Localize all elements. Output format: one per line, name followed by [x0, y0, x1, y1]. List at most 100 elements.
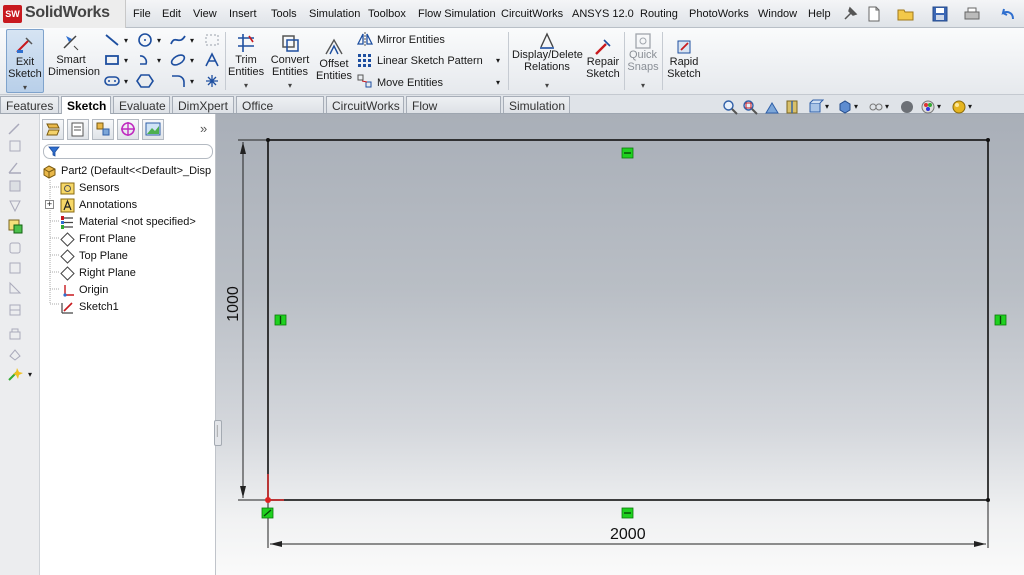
tree-item-origin[interactable]: Origin — [40, 282, 216, 299]
previous-view-icon[interactable] — [764, 99, 780, 115]
construction-geometry-icon[interactable] — [203, 32, 221, 48]
chevron-down-icon[interactable]: ▾ — [157, 36, 161, 45]
chevron-down-icon[interactable]: ▾ — [124, 56, 128, 65]
menu-routing[interactable]: Routing — [640, 8, 678, 20]
chevron-down-icon[interactable]: ▾ — [28, 370, 32, 379]
coincident-relation-icon[interactable] — [261, 507, 274, 519]
exit-sketch-button[interactable]: Exit Sketch ▾ — [6, 29, 44, 93]
arc-icon[interactable] — [136, 52, 154, 68]
tab-circuitworks[interactable]: CircuitWorks — [326, 96, 404, 113]
tree-item-front-plane[interactable]: Front Plane — [40, 231, 216, 248]
chevron-down-icon[interactable]: ▾ — [124, 36, 128, 45]
ellipse-icon[interactable] — [169, 52, 187, 68]
panel-splitter-handle[interactable]: ⁝ ⁝ — [214, 420, 222, 446]
sketch-tool-icon[interactable] — [7, 240, 23, 256]
sketch-tool-icon[interactable] — [7, 346, 23, 362]
linear-sketch-pattern-label[interactable]: Linear Sketch Pattern — [377, 55, 483, 67]
chevron-down-icon[interactable]: ▾ — [190, 36, 194, 45]
expand-plus-icon[interactable]: + — [45, 200, 54, 209]
offset-entities-button[interactable]: Offset Entities — [315, 28, 353, 94]
sketch-point[interactable] — [266, 138, 270, 142]
sketch-tool-icon[interactable] — [7, 178, 23, 194]
text-icon[interactable] — [203, 52, 221, 68]
point-icon[interactable] — [203, 73, 221, 89]
tree-item-material[interactable]: Material <not specified> — [40, 214, 216, 231]
sketch-origin-icon[interactable] — [265, 474, 284, 503]
trim-entities-button[interactable]: Trim Entities ▾ — [228, 28, 264, 94]
polygon-icon[interactable] — [136, 73, 154, 89]
mirror-entities-icon[interactable] — [356, 31, 374, 47]
sketch-tool-icon[interactable] — [7, 198, 23, 214]
menu-window[interactable]: Window — [758, 8, 797, 20]
chevron-down-icon[interactable]: ▾ — [854, 102, 858, 111]
chevron-down-icon[interactable]: ▾ — [190, 77, 194, 86]
pin-icon[interactable] — [840, 4, 860, 24]
apply-scene-icon[interactable] — [920, 99, 936, 115]
tree-item-sketch1[interactable]: Sketch1 — [40, 299, 216, 316]
menu-view[interactable]: View — [193, 8, 217, 20]
menu-flow-simulation[interactable]: Flow Simulation — [418, 8, 496, 20]
smart-tool-icon[interactable] — [7, 366, 23, 382]
mirror-entities-label[interactable]: Mirror Entities — [377, 34, 445, 46]
tab-sketch[interactable]: Sketch — [61, 96, 111, 115]
tree-item-top-plane[interactable]: Top Plane — [40, 248, 216, 265]
new-document-icon[interactable] — [864, 4, 884, 24]
move-entities-icon[interactable] — [356, 73, 374, 89]
save-icon[interactable] — [930, 4, 950, 24]
chevron-down-icon[interactable]: ▾ — [512, 80, 582, 92]
chevron-down-icon[interactable]: ▾ — [626, 80, 660, 92]
circle-icon[interactable] — [136, 32, 154, 48]
zoom-to-area-icon[interactable] — [742, 99, 758, 115]
height-dimension-value[interactable]: 1000 — [225, 286, 243, 322]
display-style-icon[interactable] — [837, 99, 853, 115]
convert-entities-button[interactable]: Convert Entities ▾ — [268, 28, 312, 94]
menu-edit[interactable]: Edit — [162, 8, 181, 20]
menu-tools[interactable]: Tools — [271, 8, 297, 20]
open-folder-icon[interactable] — [896, 4, 916, 24]
vertical-relation-icon[interactable] — [274, 314, 287, 326]
chevron-down-icon[interactable]: ▾ — [157, 56, 161, 65]
sketch-point[interactable] — [986, 498, 990, 502]
add-relation-icon[interactable] — [7, 218, 23, 234]
menu-photoworks[interactable]: PhotoWorks — [689, 8, 749, 20]
chevron-down-icon[interactable]: ▾ — [496, 78, 500, 87]
undo-icon[interactable] — [998, 4, 1018, 24]
chevron-down-icon[interactable]: ▾ — [937, 102, 941, 111]
menu-ansys[interactable]: ANSYS 12.0 — [572, 8, 634, 20]
spline-icon[interactable] — [169, 32, 187, 48]
line-icon[interactable] — [103, 32, 121, 48]
chevron-down-icon[interactable]: ▾ — [268, 80, 312, 92]
print-icon[interactable] — [962, 4, 982, 24]
chevron-down-icon[interactable]: ▾ — [7, 82, 43, 94]
chevron-down-icon[interactable]: ▾ — [825, 102, 829, 111]
view-settings-icon[interactable] — [951, 99, 967, 115]
menu-toolbox[interactable]: Toolbox — [368, 8, 406, 20]
zoom-to-fit-icon[interactable] — [722, 99, 738, 115]
sketch-tool-icon[interactable] — [7, 138, 23, 154]
tree-item-sensors[interactable]: Sensors — [40, 180, 216, 197]
hide-show-items-icon[interactable] — [868, 99, 884, 115]
edit-appearance-icon[interactable] — [899, 99, 915, 115]
menu-insert[interactable]: Insert — [229, 8, 257, 20]
tab-dimxpert[interactable]: DimXpert — [172, 96, 234, 113]
tab-flow-simulation[interactable]: Flow Simulation — [406, 96, 501, 127]
chevron-down-icon[interactable]: ▾ — [228, 80, 264, 92]
quick-snaps-button[interactable]: Quick Snaps ▾ — [626, 28, 660, 94]
tab-features[interactable]: Features — [0, 96, 59, 113]
chevron-down-icon[interactable]: ▾ — [124, 77, 128, 86]
sketch-rectangle[interactable] — [267, 139, 989, 501]
sketch-tool-icon[interactable] — [7, 120, 23, 136]
width-dimension-value[interactable]: 2000 — [610, 526, 646, 544]
app-logo[interactable]: SW SolidWorks — [0, 0, 126, 28]
sketch-tool-icon[interactable] — [7, 302, 23, 318]
menu-simulation[interactable]: Simulation — [309, 8, 360, 20]
fillet-icon[interactable] — [169, 73, 187, 89]
menu-help[interactable]: Help — [808, 8, 831, 20]
tab-evaluate[interactable]: Evaluate — [113, 96, 170, 113]
move-entities-label[interactable]: Move Entities — [377, 77, 443, 89]
tree-item-annotations[interactable]: + Annotations — [40, 197, 216, 214]
chevron-down-icon[interactable]: ▾ — [885, 102, 889, 111]
linear-pattern-icon[interactable] — [356, 52, 374, 68]
horizontal-relation-icon[interactable] — [621, 147, 634, 159]
tree-root-part[interactable]: Part2 (Default<<Default>_Disp — [40, 163, 216, 180]
